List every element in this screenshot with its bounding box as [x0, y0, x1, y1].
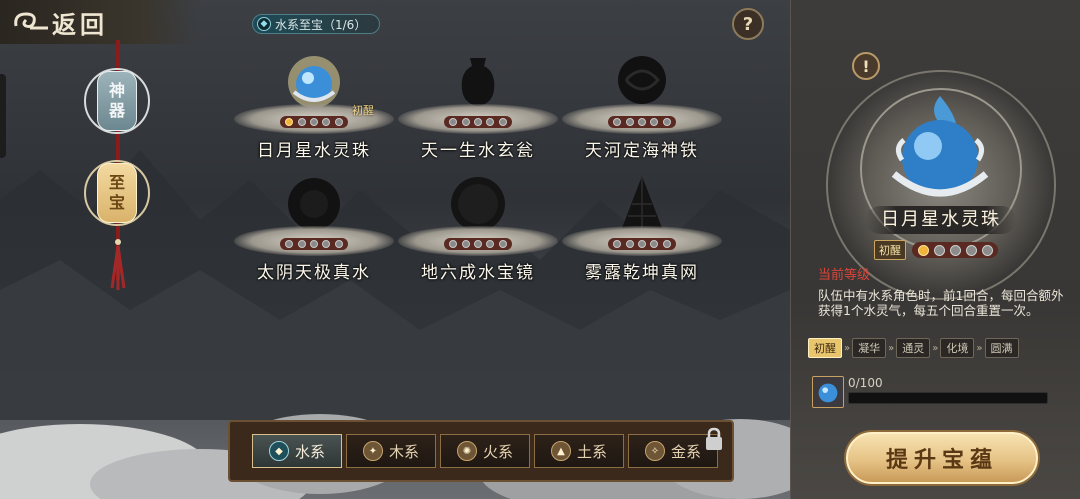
- back-button[interactable]: 返回: [0, 0, 200, 44]
- level-dots: [608, 116, 676, 128]
- chevron-icon: »: [888, 342, 895, 354]
- tab-water-label: 水系: [294, 442, 325, 461]
- stage-3: 通灵: [896, 338, 931, 358]
- upgrade-label: 提升宝蕴: [885, 448, 998, 473]
- info-warning-button[interactable]: !: [852, 52, 880, 80]
- tab-water[interactable]: ◆ 水系: [252, 434, 342, 468]
- back-label: 返回: [52, 10, 108, 39]
- effect-description: 队伍中有水系角色时，前1回合，每回合额外获得1个水灵气，每五个回合重置一次。: [818, 288, 1064, 318]
- tab-wood[interactable]: ✦ 木系: [346, 434, 436, 468]
- treasure-name: 地六成水宝镜: [421, 263, 535, 283]
- tab-treasure-label-1: 至: [108, 173, 125, 192]
- tassel-icon: [110, 239, 126, 290]
- treasure-name: 天河定海神铁: [585, 141, 699, 161]
- chevron-icon: »: [932, 342, 939, 354]
- stage-1: 初醒: [808, 338, 842, 358]
- metal-icon: ✧: [644, 441, 665, 461]
- treasure-name: 天一生水玄瓮: [421, 141, 535, 161]
- level-dots: [444, 238, 512, 250]
- cloud-swirl-icon: [14, 12, 48, 30]
- fire-icon: ✺: [456, 441, 477, 461]
- tab-treasure-label-2: 宝: [108, 193, 125, 212]
- tab-fire-label: 火系: [482, 442, 513, 461]
- treasure-card-6[interactable]: 雾露乾坤真网: [562, 176, 722, 283]
- tab-artifact[interactable]: 神 器: [84, 68, 150, 134]
- chevron-icon: »: [976, 342, 983, 354]
- current-level-label: 当前等级: [818, 268, 871, 283]
- tab-wood-label: 木系: [388, 442, 419, 461]
- tab-artifact-label-1: 神: [108, 81, 125, 100]
- urn-silhouette-icon: [461, 58, 495, 106]
- tab-metal-label: 金系: [670, 442, 701, 461]
- water-orb-large-icon: [891, 96, 989, 197]
- level-dots: [280, 116, 348, 128]
- water-drop-icon: ◆: [257, 17, 271, 31]
- stage-4: 化境: [940, 338, 975, 358]
- exclamation-icon: !: [862, 56, 870, 76]
- detail-title: 日月星水灵珠: [866, 206, 1016, 234]
- level-dots: [444, 116, 512, 128]
- disc-silhouette-icon: [288, 178, 340, 230]
- help-button[interactable]: ?: [732, 8, 764, 40]
- series-progress-label: 水系至宝（1/6）: [275, 17, 367, 32]
- tab-treasure[interactable]: 至 宝: [84, 160, 150, 226]
- treasure-card-5[interactable]: 地六成水宝镜: [398, 177, 558, 283]
- exp-counter: 0/100: [848, 376, 883, 390]
- leaf-icon: ✦: [362, 441, 383, 461]
- chevron-icon: »: [844, 342, 851, 354]
- material-orb-icon: [812, 376, 844, 408]
- water-orb-icon: [288, 56, 340, 108]
- tab-earth[interactable]: ▲ 土系: [534, 434, 624, 468]
- treasure-card-4[interactable]: 太阴天极真水: [234, 178, 394, 283]
- mirror-silhouette-icon: [451, 177, 505, 231]
- tab-fire[interactable]: ✺ 火系: [440, 434, 530, 468]
- help-icon: ?: [742, 13, 754, 35]
- tab-earth-label: 土系: [576, 442, 607, 461]
- stage-progression: 初醒» 凝华» 通灵» 化境» 圆满: [808, 338, 1080, 358]
- edge-handle: [0, 74, 6, 158]
- detail-level-tag: 初醒: [874, 240, 906, 260]
- series-progress-pill: ◆ 水系至宝（1/6）: [252, 14, 380, 34]
- treasure-name: 日月星水灵珠: [257, 141, 371, 161]
- stage-5: 圆满: [984, 338, 1019, 358]
- tab-artifact-label-2: 器: [108, 101, 125, 120]
- upgrade-button[interactable]: 提升宝蕴: [846, 432, 1038, 484]
- lock-icon: [706, 427, 722, 450]
- dragon-coil-silhouette-icon: [618, 56, 666, 104]
- net-silhouette-icon: [622, 176, 662, 228]
- detail-level-row: 初醒: [874, 240, 998, 260]
- treasure-name: 雾露乾坤真网: [585, 263, 699, 283]
- element-tab-bar: ◆ 水系 ✦ 木系 ✺ 火系 ▲ 土系 ✧ 金系: [228, 420, 734, 482]
- treasure-name: 太阴天极真水: [257, 263, 371, 283]
- water-icon: ◆: [268, 441, 289, 461]
- treasure-card-2[interactable]: 天一生水玄瓮: [398, 58, 558, 161]
- treasure-card-1[interactable]: 初醒 日月星水灵珠: [234, 56, 394, 161]
- earth-icon: ▲: [550, 441, 571, 461]
- treasure-card-3[interactable]: 天河定海神铁: [562, 56, 722, 161]
- awakening-badge: 初醒: [352, 104, 374, 117]
- detail-level-dots: [912, 242, 998, 258]
- level-dots: [280, 238, 348, 250]
- exp-progress-bar: [848, 392, 1048, 404]
- stage-2: 凝华: [852, 338, 887, 358]
- level-dots: [608, 238, 676, 250]
